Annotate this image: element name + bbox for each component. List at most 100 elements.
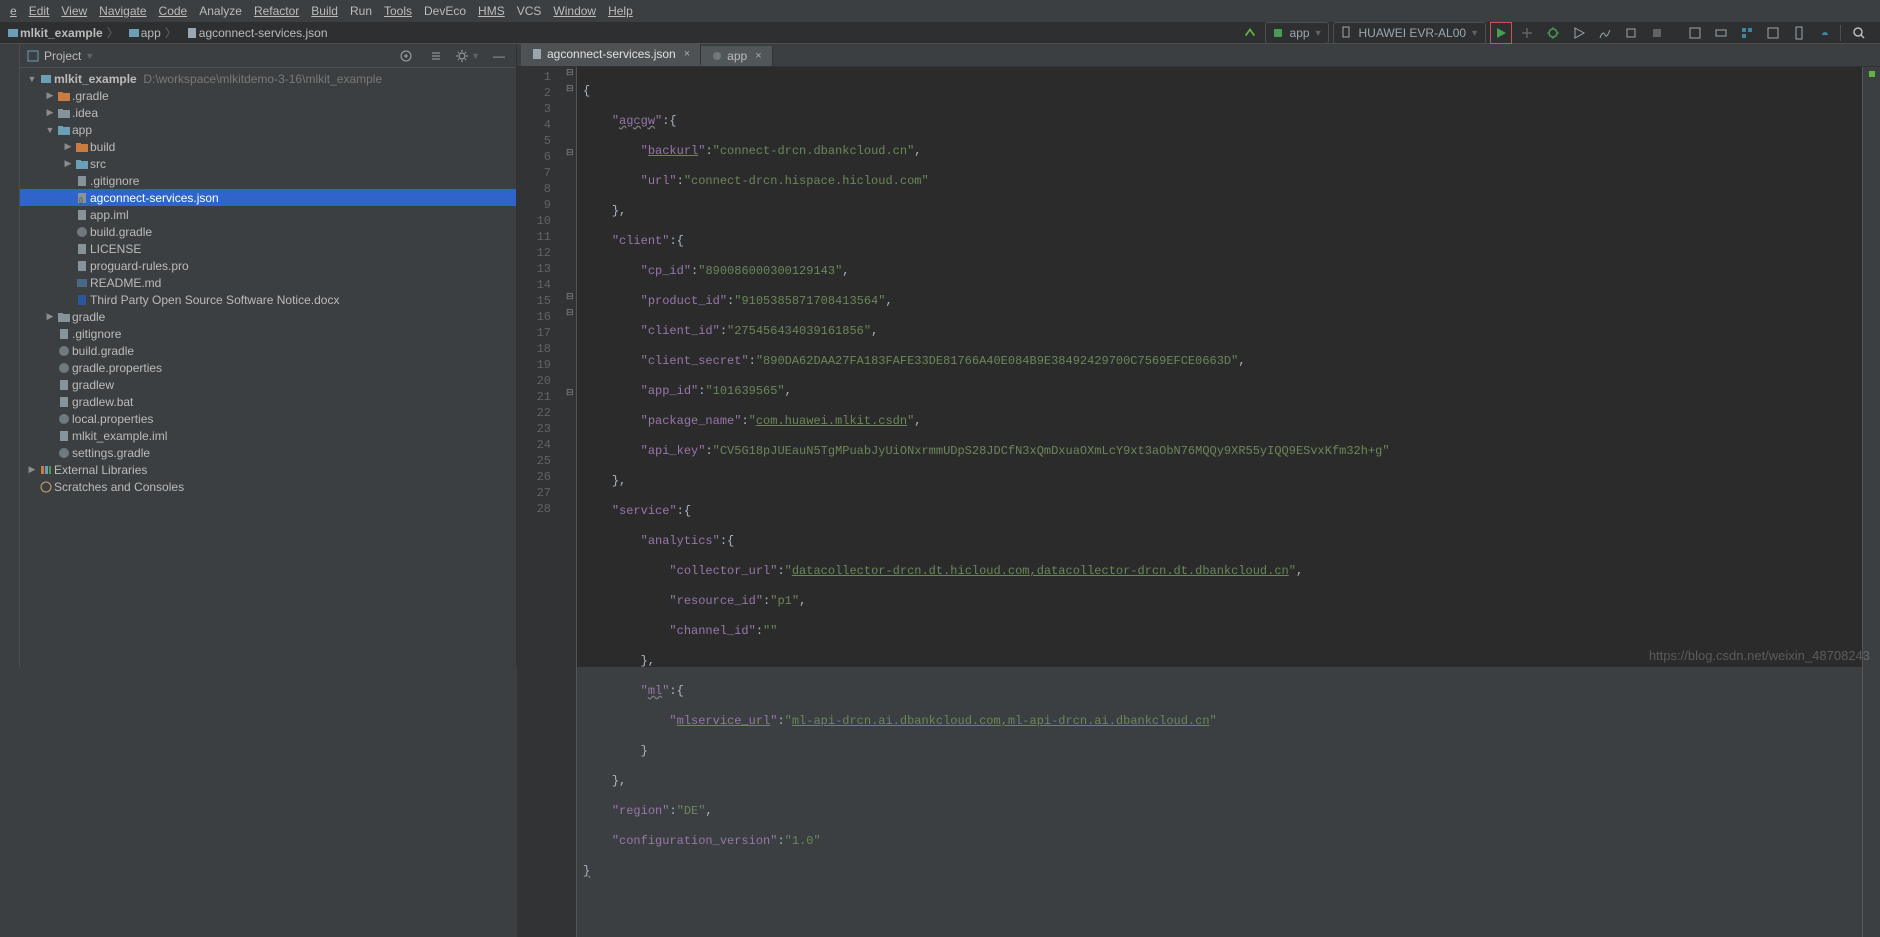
expand-icon[interactable]: ▶ (44, 107, 56, 118)
code-editor[interactable]: 1234567891011121314151617181920212223242… (517, 67, 1880, 937)
coverage-button[interactable] (1568, 22, 1590, 44)
tab-agconnect[interactable]: agconnect-services.json × (521, 44, 701, 66)
layout-inspector-button[interactable] (1762, 22, 1784, 44)
avd-manager-button[interactable] (1684, 22, 1706, 44)
tree-item[interactable]: build.gradle (20, 223, 516, 240)
tab-app-gradle[interactable]: app × (701, 46, 772, 66)
menu-file[interactable]: e (4, 2, 23, 20)
expand-icon[interactable]: ▼ (44, 125, 56, 135)
tree-item[interactable]: settings.gradle (20, 444, 516, 461)
device-dropdown[interactable]: HUAWEI EVR-AL00 ▼ (1333, 22, 1486, 44)
sync-gradle-button[interactable] (1239, 22, 1261, 44)
tree-item[interactable]: ▼app (20, 121, 516, 138)
file-icon (74, 208, 90, 222)
library-icon (38, 463, 54, 477)
breadcrumb-file[interactable]: agconnect-services.json (183, 26, 330, 40)
breadcrumb-project[interactable]: mlkit_example 〉 (4, 24, 125, 41)
tree-item[interactable]: .gitignore (20, 325, 516, 342)
profile-button[interactable] (1594, 22, 1616, 44)
menu-analyze[interactable]: Analyze (193, 2, 248, 20)
stop-button[interactable] (1646, 22, 1668, 44)
menu-code[interactable]: Code (153, 2, 194, 20)
hide-button[interactable]: — (488, 45, 510, 67)
gradle-file-icon (711, 50, 723, 62)
tree-item[interactable]: app.iml (20, 206, 516, 223)
breadcrumb-module[interactable]: app 〉 (125, 24, 183, 41)
sdk-manager-button[interactable] (1710, 22, 1732, 44)
file-icon (56, 327, 72, 341)
run-button[interactable] (1490, 22, 1512, 44)
left-tool-strip[interactable] (0, 44, 20, 667)
tree-item[interactable]: gradlew.bat (20, 393, 516, 410)
file-icon (74, 242, 90, 256)
tree-item[interactable]: ▶.idea (20, 104, 516, 121)
menu-view[interactable]: View (55, 2, 93, 20)
collapse-all-button[interactable] (425, 45, 447, 67)
expand-icon[interactable]: ▶ (26, 464, 38, 475)
expand-icon[interactable]: ▶ (44, 90, 56, 101)
tree-item[interactable]: ▶build (20, 138, 516, 155)
tree-item[interactable]: gradlew (20, 376, 516, 393)
device-file-explorer-button[interactable] (1788, 22, 1810, 44)
file-icon (56, 429, 72, 443)
tree-item-label: build.gradle (90, 225, 152, 239)
tree-item[interactable]: local.properties (20, 410, 516, 427)
tree-item[interactable]: mlkit_example.iml (20, 427, 516, 444)
run-config-dropdown[interactable]: app ▼ (1265, 22, 1330, 44)
cloud-debug-button[interactable] (1814, 22, 1836, 44)
tree-item-label: gradlew.bat (72, 395, 133, 409)
tree-item[interactable]: proguard-rules.pro (20, 257, 516, 274)
tree-item[interactable]: build.gradle (20, 342, 516, 359)
fold-gutter[interactable]: ⊟⊟⊟⊟⊟⊟ (565, 67, 577, 937)
tree-item[interactable]: README.md (20, 274, 516, 291)
scratches-consoles[interactable]: Scratches and Consoles (20, 478, 516, 495)
tree-item-label: src (90, 157, 106, 171)
menu-window[interactable]: Window (547, 2, 602, 20)
folder-icon (127, 26, 141, 40)
menu-hms[interactable]: HMS (472, 2, 511, 20)
resource-manager-button[interactable] (1736, 22, 1758, 44)
menu-edit[interactable]: Edit (23, 2, 56, 20)
menu-vcs[interactable]: VCS (511, 2, 548, 20)
settings-button[interactable]: ▼ (455, 45, 480, 67)
file-icon: {} (74, 191, 90, 205)
expand-icon[interactable]: ▶ (62, 158, 74, 169)
close-tab-icon[interactable]: × (680, 48, 690, 60)
menu-build[interactable]: Build (305, 2, 344, 20)
project-tree[interactable]: ▼ mlkit_example D:\workspace\mlkitdemo-3… (20, 68, 516, 497)
tree-item-label: local.properties (72, 412, 153, 426)
select-opened-file-button[interactable] (395, 45, 417, 67)
search-everywhere-button[interactable] (1848, 22, 1870, 44)
tree-item[interactable]: ▶gradle (20, 308, 516, 325)
apply-changes-button[interactable] (1516, 22, 1538, 44)
tree-item[interactable]: ▶ src (20, 155, 516, 172)
expand-icon[interactable]: ▼ (26, 74, 38, 84)
menu-refactor[interactable]: Refactor (248, 2, 305, 20)
code-content[interactable]: { "agcgw":{ "backurl":"connect-drcn.dban… (577, 67, 1862, 937)
external-libraries[interactable]: ▶ External Libraries (20, 461, 516, 478)
file-icon (56, 395, 72, 409)
attach-debugger-button[interactable] (1620, 22, 1642, 44)
editor-error-stripe[interactable] (1862, 67, 1880, 937)
tree-item[interactable]: gradle.properties (20, 359, 516, 376)
analysis-ok-icon (1869, 71, 1875, 77)
menu-navigate[interactable]: Navigate (93, 2, 152, 20)
tree-item[interactable]: {}agconnect-services.json (20, 189, 516, 206)
tree-root[interactable]: ▼ mlkit_example D:\workspace\mlkitdemo-3… (20, 70, 516, 87)
project-tool-window: Project ▼ ▼ — ▼ mlkit_example D:\workspa… (0, 44, 517, 667)
expand-icon[interactable]: ▶ (44, 311, 56, 322)
menu-tools[interactable]: Tools (378, 2, 418, 20)
debug-button[interactable] (1542, 22, 1564, 44)
close-tab-icon[interactable]: × (751, 50, 761, 62)
tree-item[interactable]: LICENSE (20, 240, 516, 257)
file-icon (74, 276, 90, 290)
menu-help[interactable]: Help (602, 2, 639, 20)
tree-item[interactable]: .gitignore (20, 172, 516, 189)
chevron-down-icon[interactable]: ▼ (85, 51, 94, 61)
expand-icon[interactable]: ▶ (62, 141, 74, 152)
menu-deveco[interactable]: DevEco (418, 2, 472, 20)
menu-run[interactable]: Run (344, 2, 378, 20)
tree-item[interactable]: Third Party Open Source Software Notice.… (20, 291, 516, 308)
tree-item[interactable]: ▶ .gradle (20, 87, 516, 104)
tree-item-label: .gradle (72, 89, 109, 103)
